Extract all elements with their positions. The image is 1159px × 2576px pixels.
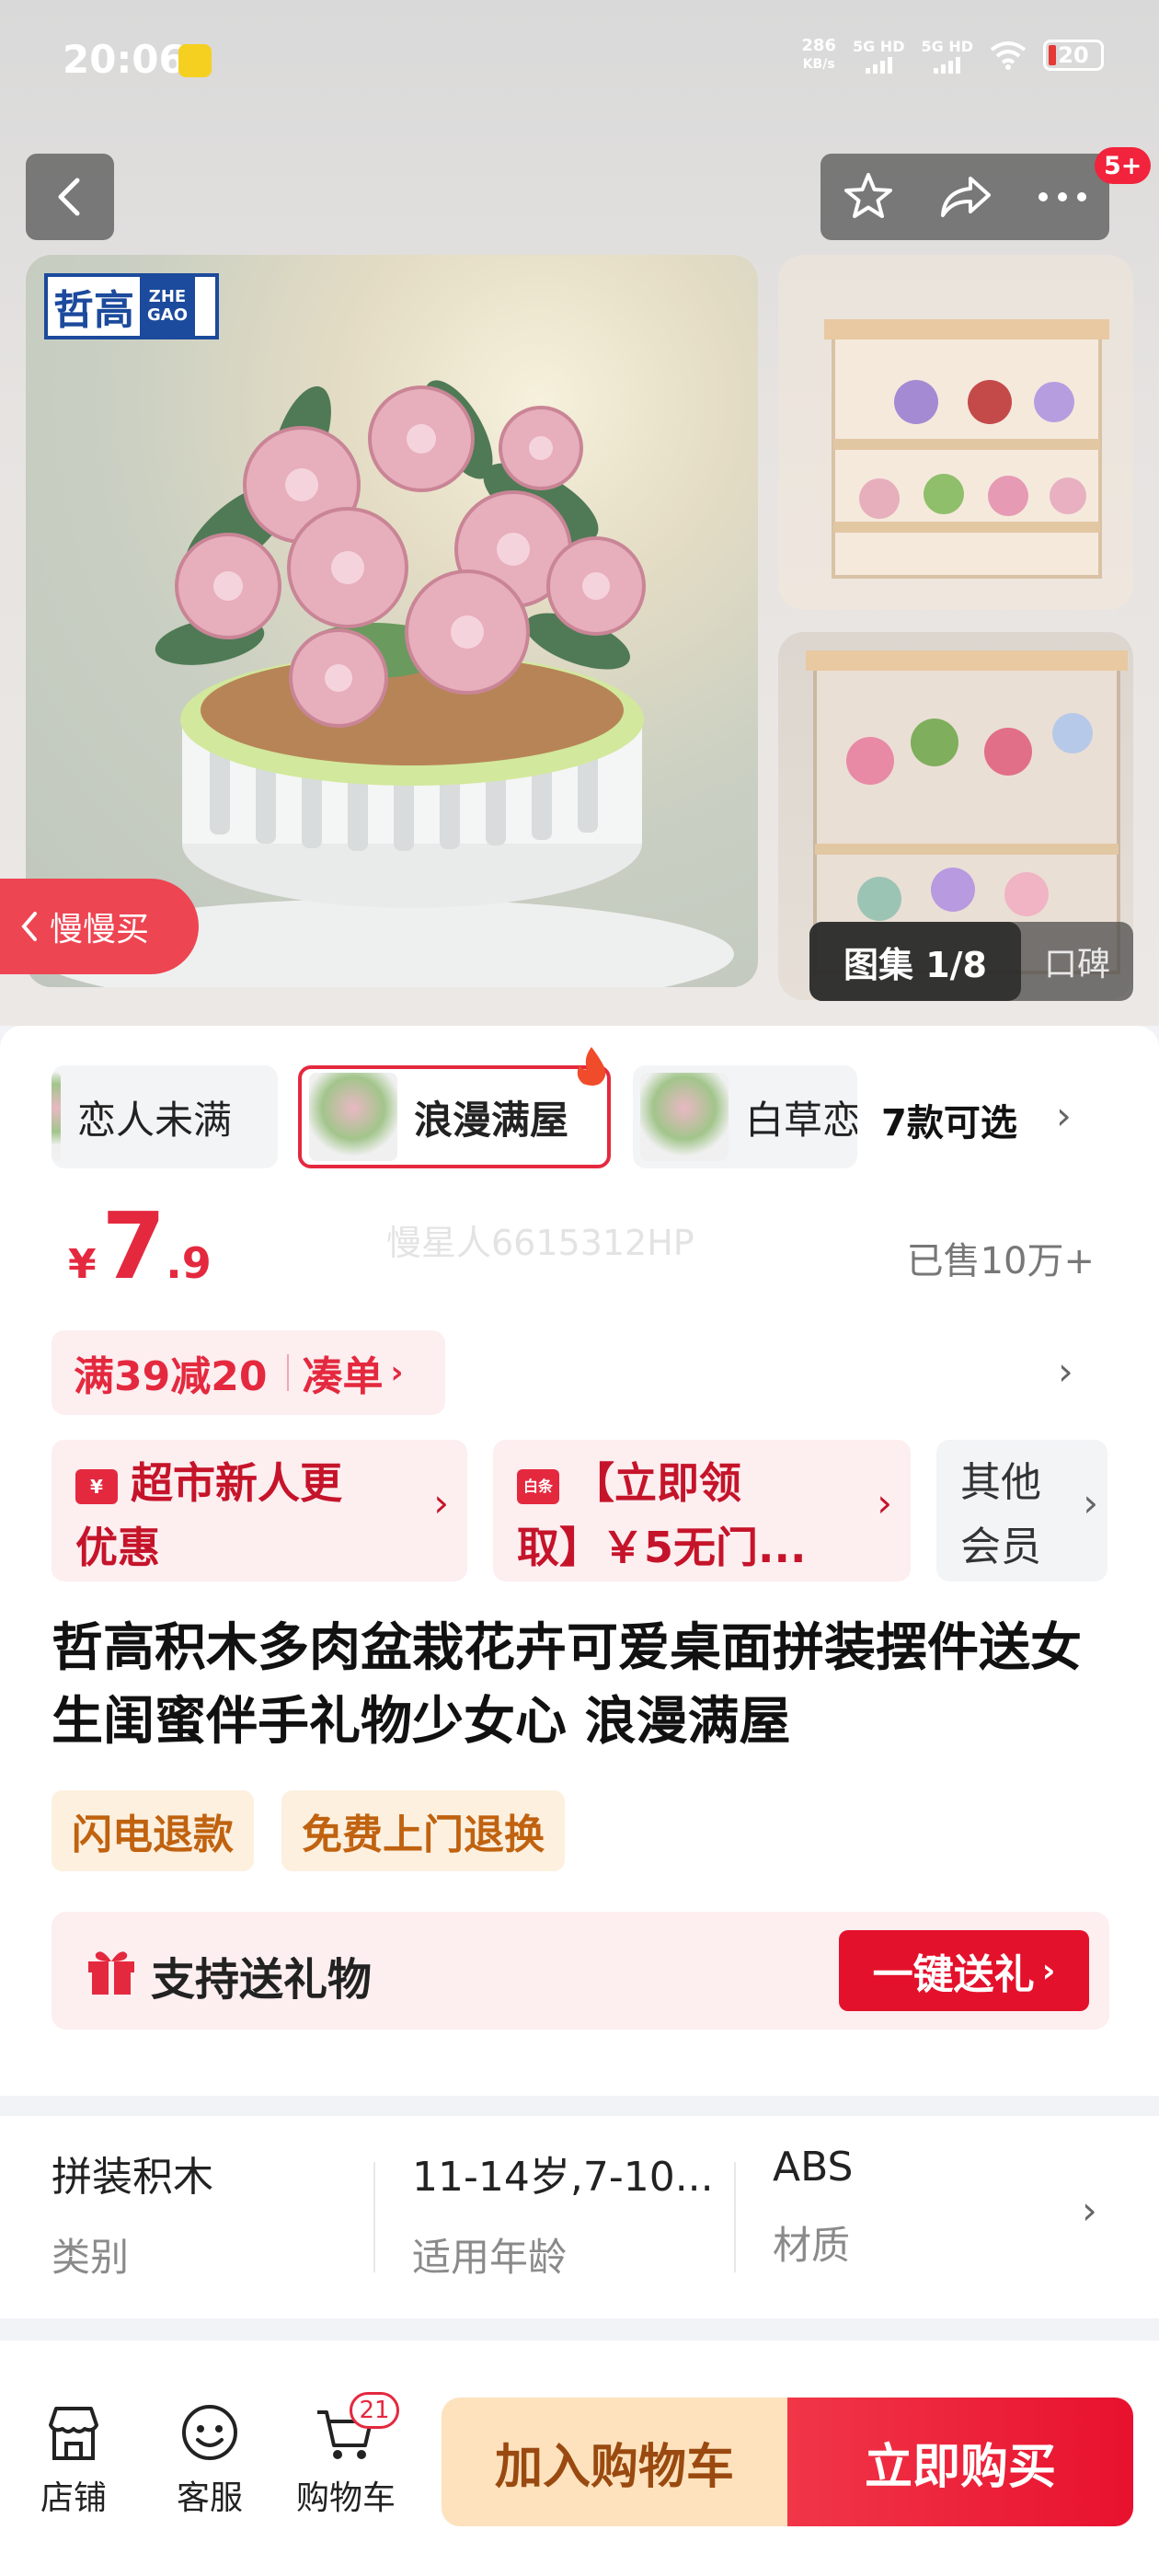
divider <box>373 2162 375 2272</box>
promo-card-coupon[interactable]: 白条 【立即领 取】￥5无门... › <box>493 1440 911 1581</box>
store-button[interactable]: 店铺 <box>18 2401 129 2519</box>
variant-label: 恋人未满 <box>77 1097 233 1143</box>
gift-bar: 支持送礼物 一键送礼 › <box>52 1912 1109 2030</box>
tab-reviews[interactable]: 口碑 <box>1021 937 1133 985</box>
product-hero: 20:06 286 KB/s 5G HD 5G HD 20 5+ 哲高 ZHE … <box>0 0 1159 1026</box>
chevron-right-icon: › <box>1056 1093 1072 1138</box>
gift-icon <box>88 1951 134 1995</box>
network-speed: 286 KB/s <box>801 36 836 73</box>
coupon-deal[interactable]: 满39减20 凑单 › <box>52 1330 445 1415</box>
wifi-icon <box>990 41 1027 70</box>
battery-icon: 20 <box>1043 40 1104 71</box>
status-time: 20:06 <box>63 37 186 82</box>
user-watermark: 慢星人6615312HP <box>386 1223 694 1263</box>
variant-option[interactable]: 恋人未满 <box>52 1065 278 1168</box>
bottom-action-bar: 店铺 客服 购物车 21 加入购物车 立即购买 <box>0 2374 1159 2576</box>
share-icon[interactable] <box>937 173 994 221</box>
cart-count-badge: 21 <box>350 2392 399 2429</box>
back-button[interactable] <box>26 154 114 240</box>
hot-fire-icon <box>577 1047 606 1086</box>
divider <box>734 2162 736 2272</box>
status-indicators: 286 KB/s 5G HD 5G HD 20 <box>801 37 1104 74</box>
variant-label: 浪漫满屋 <box>414 1097 569 1143</box>
chevron-right-icon: › <box>1041 1951 1056 1990</box>
customer-service-button[interactable]: 客服 <box>155 2401 265 2519</box>
variant-option-selected[interactable]: 浪漫满屋 <box>298 1065 611 1168</box>
spec-item: ABS 材质 <box>773 2144 854 2268</box>
chevron-right-icon: › <box>1083 1480 1098 1525</box>
baitiao-icon: 白条 <box>517 1468 559 1504</box>
sim2-signal-icon: 5G HD <box>921 38 973 74</box>
buy-now-button[interactable]: 立即购买 <box>787 2398 1133 2526</box>
smiley-chat-icon <box>182 2405 237 2460</box>
promo-card-membership[interactable]: 其他 会员 › <box>936 1440 1107 1581</box>
spec-item: 拼装积木 类别 <box>52 2154 213 2280</box>
flower-pot-illustration <box>35 380 734 987</box>
header-actions <box>820 154 1109 240</box>
variant-thumbnail <box>640 1073 729 1161</box>
sim1-signal-icon: 5G HD <box>853 38 904 74</box>
variant-thumbnail <box>309 1073 397 1161</box>
add-to-cart-button[interactable]: 加入购物车 <box>442 2398 787 2526</box>
tab-gallery[interactable]: 图集 1/8 <box>809 922 1021 1001</box>
sold-count: 已售10万+ <box>906 1240 1095 1282</box>
favorite-star-icon[interactable] <box>842 170 895 224</box>
combine-order-link[interactable]: 凑单 <box>302 1343 383 1402</box>
price: ¥ 7 .9 <box>68 1192 212 1300</box>
main-product-image[interactable]: 哲高 ZHE GAO <box>26 255 758 987</box>
app-notification-icon <box>178 44 212 77</box>
promo-card-new-user[interactable]: ¥ 超市新人更 优惠 › <box>52 1440 467 1581</box>
product-title: 哲高积木多肉盆栽花卉可爱桌面拼装摆件送女生闺蜜伴手礼物少女心 浪漫满屋 <box>52 1618 1082 1752</box>
store-icon <box>49 2407 98 2460</box>
chevron-right-icon: › <box>390 1354 404 1391</box>
variant-option[interactable]: 白草恋 <box>633 1065 857 1168</box>
status-bar: 20:06 286 KB/s 5G HD 5G HD 20 <box>0 0 1159 120</box>
brand-logo: 哲高 ZHE GAO <box>44 273 219 339</box>
slow-buy-button[interactable]: 慢慢买 <box>0 879 199 974</box>
send-gift-button[interactable]: 一键送礼 › <box>839 1930 1089 2011</box>
gift-label: 支持送礼物 <box>151 1954 373 2006</box>
variant-thumbnail <box>52 1073 61 1161</box>
display-case-illustration <box>824 319 1109 579</box>
spec-summary[interactable]: 拼装积木 类别 11-14岁,7-10... 适用年龄 ABS 材质 › <box>0 2116 1159 2318</box>
chevron-right-icon: › <box>877 1480 892 1525</box>
ticket-icon: ¥ <box>75 1468 118 1504</box>
variant-label: 白草恋 <box>745 1097 857 1143</box>
chevron-left-icon <box>58 178 80 216</box>
service-tag: 闪电退款 <box>52 1790 254 1871</box>
chevron-right-icon: › <box>1082 2188 1097 2233</box>
gallery-tabs: 图集 1/8 口碑 <box>809 922 1133 1001</box>
more-variants-link[interactable]: 7款可选 <box>881 1093 1017 1146</box>
service-tag: 免费上门退换 <box>281 1790 565 1871</box>
cart-button[interactable]: 购物车 21 <box>291 2392 401 2519</box>
chevron-right-icon[interactable]: › <box>1058 1349 1073 1394</box>
cart-badge: 5+ <box>1095 147 1152 184</box>
more-options-icon[interactable] <box>1037 190 1088 203</box>
gallery-thumbnail[interactable] <box>778 255 1133 610</box>
spec-item: 11-14岁,7-10... 适用年龄 <box>412 2154 714 2280</box>
chevron-left-icon <box>21 912 37 941</box>
chevron-right-icon: › <box>433 1480 449 1525</box>
